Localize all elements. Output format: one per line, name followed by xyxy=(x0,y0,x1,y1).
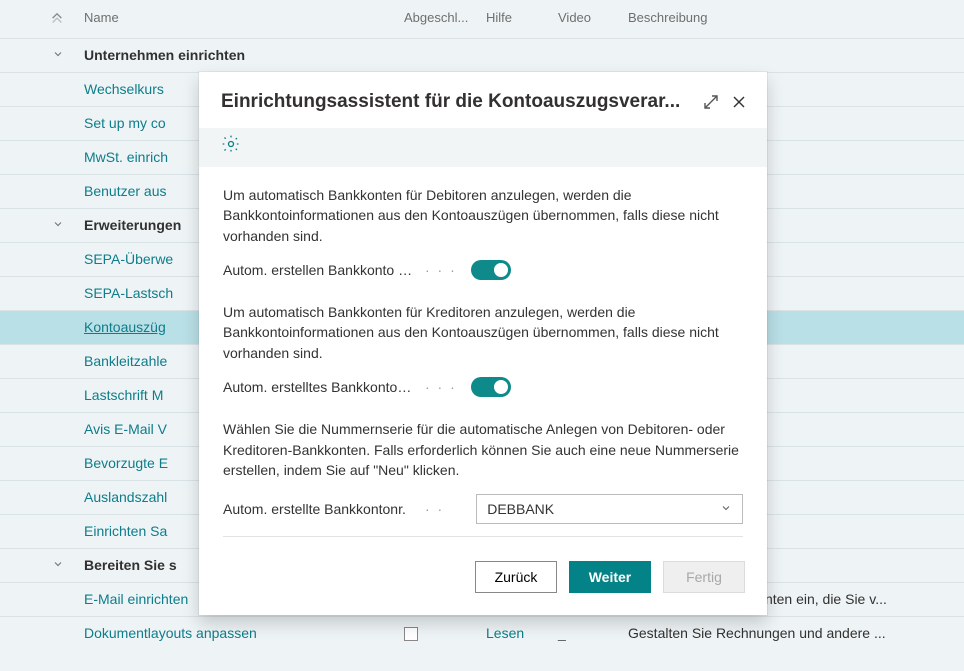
toggle-debitor-label: Autom. erstellen Bankkonto fü... xyxy=(223,260,425,280)
toggle-auto-create-kreditor-bank[interactable] xyxy=(471,377,511,397)
dialog-ribbon xyxy=(199,128,767,167)
back-button[interactable]: Zurück xyxy=(475,561,557,593)
debitor-description: Um automatisch Bankkonten für Debitoren … xyxy=(223,185,743,246)
bank-account-no-series-select[interactable]: DEBBANK xyxy=(476,494,743,524)
setup-wizard-dialog: Einrichtungsassistent für die Kontoauszu… xyxy=(199,72,767,615)
series-value: DEBBANK xyxy=(487,499,554,519)
dialog-title: Einrichtungsassistent für die Kontoauszu… xyxy=(221,91,697,113)
chevron-down-icon xyxy=(720,499,732,519)
toggle-kreditor-label: Autom. erstelltes Bankkonto f... xyxy=(223,377,425,397)
expand-icon[interactable] xyxy=(697,88,725,116)
next-button[interactable]: Weiter xyxy=(569,561,651,593)
toggle-auto-create-debitor-bank[interactable] xyxy=(471,260,511,280)
kreditor-description: Um automatisch Bankkonten für Kreditoren… xyxy=(223,302,743,363)
finish-button: Fertig xyxy=(663,561,745,593)
modal-overlay: Einrichtungsassistent für die Kontoauszu… xyxy=(0,0,964,671)
close-icon[interactable] xyxy=(725,88,753,116)
series-description: Wählen Sie die Nummernserie für die auto… xyxy=(223,419,743,480)
series-label: Autom. erstellte Bankkontonr. xyxy=(223,499,425,519)
process-icon[interactable] xyxy=(221,141,241,157)
